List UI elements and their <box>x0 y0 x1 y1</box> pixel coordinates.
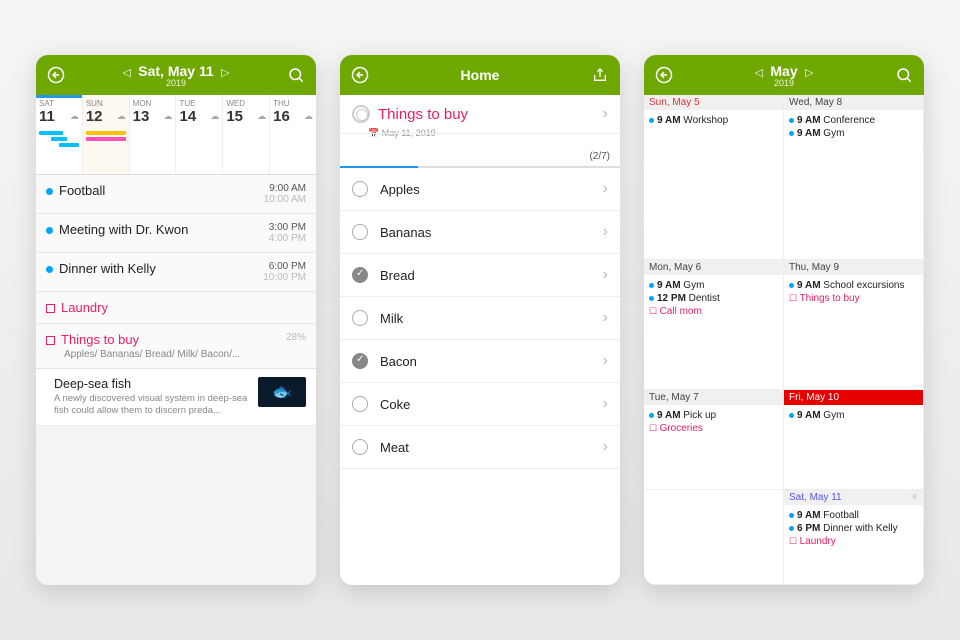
event-row[interactable]: Dinner with Kelly6:00 PM10:00 PM <box>36 253 316 292</box>
back-icon[interactable] <box>652 63 676 87</box>
checkbox[interactable] <box>352 267 368 283</box>
month-cell[interactable]: Mon, May 69 AM Gym12 PM DentistCall mom <box>644 260 784 390</box>
event-row[interactable]: Football9:00 AM10:00 AM <box>36 175 316 214</box>
next-month-icon[interactable]: ▷ <box>801 66 817 79</box>
chevron-right-icon: › <box>603 309 608 327</box>
checklist-item[interactable]: Bananas› <box>340 211 620 254</box>
chevron-right-icon: › <box>603 352 608 370</box>
month-cell[interactable]: Thu, May 99 AM School excursionsThings t… <box>784 260 924 390</box>
checkbox[interactable] <box>352 396 368 412</box>
checklist-item[interactable]: Apples› <box>340 168 620 211</box>
chevron-right-icon: › <box>603 395 608 413</box>
header-title[interactable]: Sat, May 11 <box>138 63 214 79</box>
header-title[interactable]: Home <box>461 67 500 83</box>
header: Home <box>340 55 620 95</box>
checklist-item[interactable]: Meat› <box>340 426 620 469</box>
checklist-item[interactable]: Milk› <box>340 297 620 340</box>
next-day-icon[interactable]: ▷ <box>217 66 233 79</box>
event-row[interactable]: Meeting with Dr. Kwon3:00 PM4:00 PM <box>36 214 316 253</box>
month-grid: Sun, May 59 AM WorkshopWed, May 89 AM Co… <box>644 95 924 585</box>
task-row[interactable]: Laundry <box>36 292 316 324</box>
day-column[interactable]: WED15☁ <box>223 95 270 174</box>
list-title: Things to buy <box>378 106 468 123</box>
article-card[interactable]: Deep-sea fishA newly discovered visual s… <box>36 369 316 426</box>
chevron-right-icon: › <box>603 266 608 284</box>
checklist-item[interactable]: Bread› <box>340 254 620 297</box>
header-year: 2019 <box>36 78 316 88</box>
month-cell[interactable] <box>644 490 784 585</box>
checkbox[interactable] <box>352 439 368 455</box>
checkbox[interactable] <box>352 224 368 240</box>
checklist-item[interactable]: Coke› <box>340 383 620 426</box>
day-column[interactable]: SAT11☁ <box>36 95 83 174</box>
day-column[interactable]: THU16☁ <box>270 95 316 174</box>
checklist-item[interactable]: Bacon› <box>340 340 620 383</box>
chevron-right-icon: › <box>603 223 608 241</box>
month-cell[interactable]: Wed, May 89 AM Conference9 AM Gym <box>784 95 924 260</box>
header: ◁ Sat, May 11 ▷ 2019 <box>36 55 316 95</box>
month-cell[interactable]: Fri, May 109 AM Gym <box>784 390 924 490</box>
chevron-right-icon: › <box>603 105 608 123</box>
back-icon[interactable] <box>44 63 68 87</box>
event-list: Football9:00 AM10:00 AMMeeting with Dr. … <box>36 175 316 585</box>
day-view-screen: ◁ Sat, May 11 ▷ 2019 SAT11☁SUN12☁MON13☁T… <box>36 55 316 585</box>
day-column[interactable]: SUN12☁ <box>83 95 130 174</box>
month-cell[interactable]: Sun, May 59 AM Workshop <box>644 95 784 260</box>
month-cell[interactable]: Tue, May 79 AM Pick upGroceries <box>644 390 784 490</box>
prev-month-icon[interactable]: ◁ <box>751 66 767 79</box>
header-title[interactable]: May <box>770 63 797 79</box>
checklist-screen: Home Things to buy › 📅 May 11, 2019 (2/7… <box>340 55 620 585</box>
day-column[interactable]: MON13☁ <box>130 95 177 174</box>
month-view-screen: ◁ May ▷ 2019 Sun, May 59 AM WorkshopWed,… <box>644 55 924 585</box>
month-cell[interactable]: Sat, May 11☀9 AM Football6 PM Dinner wit… <box>784 490 924 585</box>
list-header[interactable]: Things to buy › <box>340 95 620 134</box>
task-row[interactable]: Things to buy28%Apples/ Bananas/ Bread/ … <box>36 324 316 369</box>
checkbox[interactable] <box>352 181 368 197</box>
chevron-right-icon: › <box>603 180 608 198</box>
checkbox[interactable] <box>352 310 368 326</box>
prev-day-icon[interactable]: ◁ <box>118 66 134 79</box>
search-icon[interactable] <box>892 63 916 87</box>
progress-ring-icon <box>352 105 370 123</box>
progress-label: (2/7) <box>340 147 620 166</box>
day-column[interactable]: TUE14☁ <box>176 95 223 174</box>
chevron-right-icon: › <box>603 438 608 456</box>
day-strip: SAT11☁SUN12☁MON13☁TUE14☁WED15☁THU16☁ <box>36 95 316 175</box>
header: ◁ May ▷ 2019 <box>644 55 924 95</box>
checklist: Apples›Bananas›Bread›Milk›Bacon›Coke›Mea… <box>340 168 620 469</box>
checkbox[interactable] <box>352 353 368 369</box>
back-icon[interactable] <box>348 63 372 87</box>
header-year: 2019 <box>644 78 924 88</box>
share-icon[interactable] <box>588 63 612 87</box>
search-icon[interactable] <box>284 63 308 87</box>
